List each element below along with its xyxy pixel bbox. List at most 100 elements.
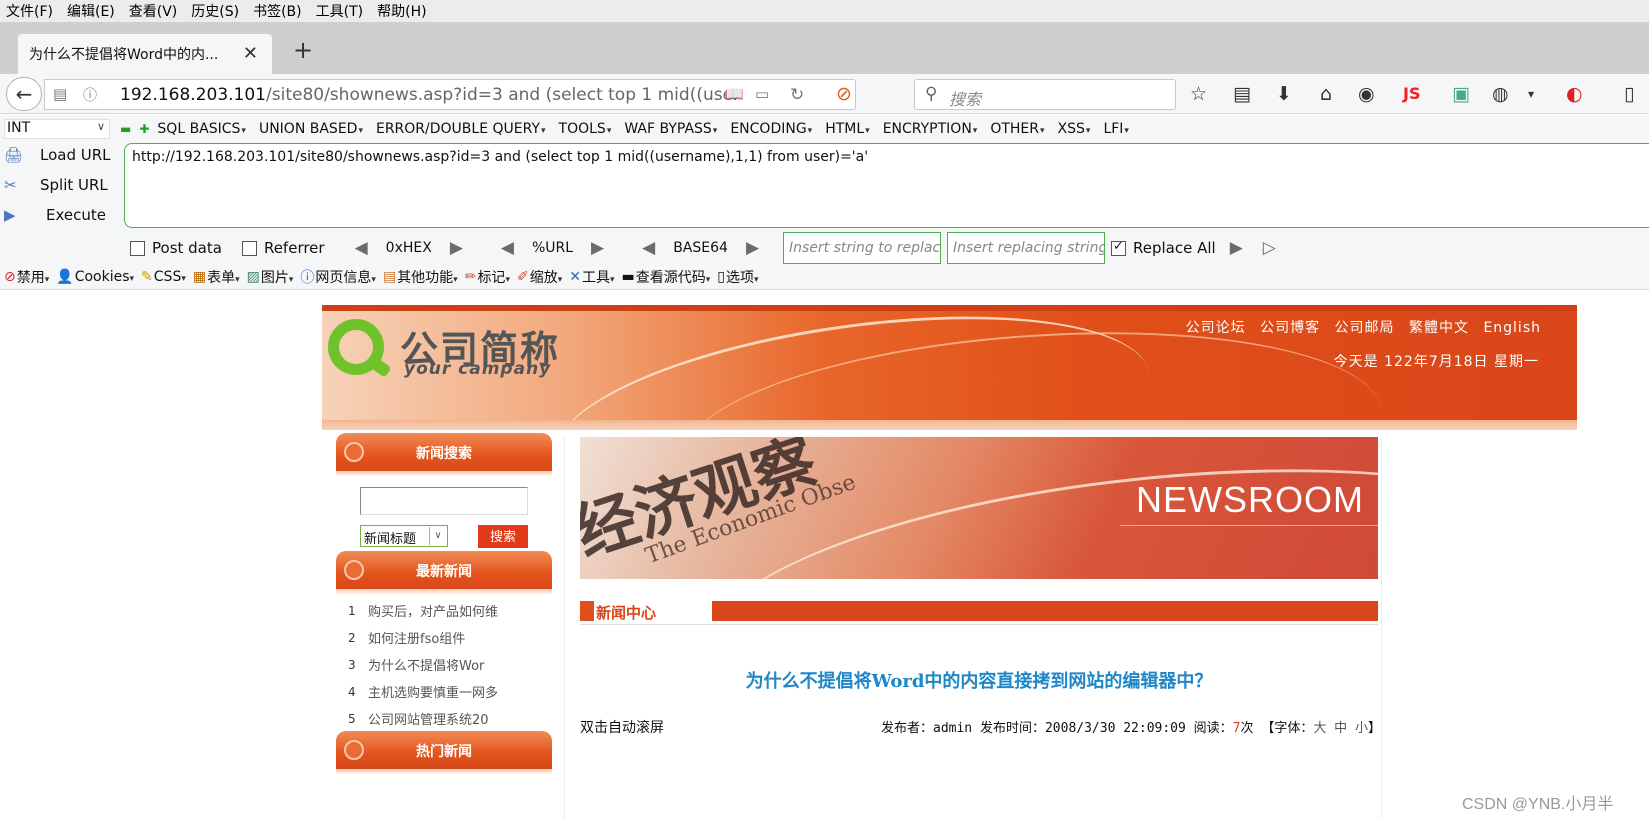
synced-icon[interactable]: ▭	[755, 85, 769, 103]
disable-icon: ⊘	[4, 268, 16, 285]
url-text[interactable]: 192.168.203.101/site80/shownews.asp?id=3…	[120, 85, 740, 107]
js-icon[interactable]: JS	[1403, 84, 1420, 103]
menu-tools[interactable]: TOOLS	[559, 121, 612, 137]
reload-icon[interactable]: ↻	[790, 85, 804, 105]
replace-execute-icon[interactable]: ▷	[1263, 238, 1276, 258]
nav-bar: ← ▤ ⓘ 192.168.203.101/site80/shownews.as…	[0, 74, 1649, 114]
chevron-down-icon: ∨	[429, 527, 446, 545]
menu-file[interactable]: 文件(F)	[6, 1, 53, 21]
url-bar[interactable]: ▤ ⓘ 192.168.203.101/site80/shownews.asp?…	[44, 79, 856, 110]
close-icon[interactable]: ✕	[243, 43, 258, 64]
webdev-tools[interactable]: 工具	[582, 267, 615, 287]
search-box[interactable]: ⚲ 搜索	[914, 79, 1176, 110]
webdev-information[interactable]: 网页信息	[315, 267, 376, 287]
image-icon: ▨	[246, 268, 260, 285]
webdev-disable[interactable]: 禁用	[17, 267, 50, 287]
search-button[interactable]: 搜索	[478, 525, 528, 548]
list-item[interactable]: 1 购买后，对产品如何维	[336, 597, 552, 624]
webdev-css[interactable]: CSS	[154, 269, 186, 285]
font-size-options[interactable]: 大 中 小	[1313, 721, 1368, 736]
hex-decode-icon[interactable]: ◀	[355, 238, 368, 258]
top-links: 公司论坛 公司博客 公司邮局 繁體中文 English	[1177, 317, 1541, 337]
list-item[interactable]: 4 主机选购要慎重一网多	[336, 678, 552, 705]
split-url-button[interactable]: ✂ Split URL	[4, 172, 108, 198]
reader-icon[interactable]: 📖	[725, 85, 744, 103]
webdev-images[interactable]: 图片	[261, 267, 294, 287]
menu-help[interactable]: 帮助(H)	[377, 1, 426, 21]
globe-icon[interactable]: ◉	[1358, 83, 1375, 105]
url-decode-icon[interactable]: ◀	[501, 238, 514, 258]
plus-icon[interactable]: ✚	[139, 122, 149, 136]
menu-tools[interactable]: 工具(T)	[316, 1, 363, 21]
menu-edit[interactable]: 编辑(E)	[67, 1, 115, 21]
overflow-icon[interactable]: ▾	[1528, 87, 1534, 101]
list-item[interactable]: 3 为什么不提倡将Wor	[336, 651, 552, 678]
home-icon[interactable]: ⌂	[1320, 83, 1332, 105]
article-title: 为什么不提倡将Word中的内容直接拷到网站的编辑器中？	[745, 671, 1213, 692]
menu-view[interactable]: 查看(V)	[129, 1, 178, 21]
noscript-icon[interactable]: ⊘	[836, 83, 852, 105]
webdev-resize[interactable]: 缩放	[530, 267, 563, 287]
webdev-view-source[interactable]: 查看源代码	[636, 267, 711, 287]
tab-current[interactable]: 为什么不提倡将Word中的内... ✕	[18, 34, 272, 74]
link-blog[interactable]: 公司博客	[1260, 320, 1320, 336]
replace-right-icon[interactable]: ▶	[1230, 238, 1243, 258]
menu-encryption[interactable]: ENCRYPTION	[883, 121, 978, 137]
article-meta: 发布者：admin 发布时间：2008/3/30 22:09:09 阅读：7次 …	[881, 717, 1381, 736]
webdev-outline[interactable]: 标记	[477, 267, 510, 287]
minus-icon[interactable]: ▬	[120, 122, 131, 136]
menu-other[interactable]: OTHER	[990, 121, 1044, 137]
replacing-string-input[interactable]: Insert replacing string	[947, 232, 1106, 264]
addon-icon[interactable]: ◐	[1566, 83, 1583, 105]
options-icon: ▯	[717, 268, 725, 285]
info-icon[interactable]: ⓘ	[83, 85, 97, 105]
type-select[interactable]: INT ∨	[4, 119, 110, 139]
logo-subtitle: your campany	[404, 359, 552, 379]
link-traditional-chinese[interactable]: 繁體中文	[1409, 320, 1469, 336]
url-textarea[interactable]: http://192.168.203.101/site80/shownews.a…	[124, 143, 1649, 228]
menu-history[interactable]: 历史(S)	[191, 1, 239, 21]
menu-html[interactable]: HTML	[825, 121, 870, 137]
load-url-button[interactable]: 🖨 Load URL	[4, 142, 111, 168]
menu-waf-bypass[interactable]: WAF BYPASS	[624, 121, 717, 137]
link-forum[interactable]: 公司论坛	[1186, 320, 1246, 336]
link-mail[interactable]: 公司邮局	[1335, 320, 1395, 336]
menu-xss[interactable]: XSS	[1058, 121, 1091, 137]
menu-lfi[interactable]: LFI	[1103, 121, 1129, 137]
url-encode-icon[interactable]: ▶	[591, 238, 604, 258]
new-tab-button[interactable]: +	[293, 38, 313, 62]
back-icon[interactable]: ←	[6, 77, 42, 111]
webdev-forms[interactable]: 表单	[207, 267, 240, 287]
hex-encode-icon[interactable]: ▶	[450, 238, 463, 258]
list-item[interactable]: 5 公司网站管理系统20	[336, 705, 552, 732]
post-data-checkbox[interactable]	[130, 240, 145, 256]
cookie-icon: 👤	[56, 268, 74, 285]
menu-encoding[interactable]: ENCODING	[730, 121, 812, 137]
webdev-misc[interactable]: 其他功能	[397, 267, 458, 287]
replace-all-checkbox[interactable]	[1111, 239, 1127, 256]
base64-decode-icon[interactable]: ◀	[642, 238, 655, 258]
webdev-options[interactable]: 选项	[726, 267, 759, 287]
palette-icon[interactable]: ◍	[1492, 83, 1509, 105]
menu-union-based[interactable]: UNION BASED	[259, 121, 363, 137]
star-icon[interactable]: ☆	[1190, 83, 1207, 105]
link-english[interactable]: English	[1483, 320, 1541, 336]
news-search-select[interactable]: 新闻标题 ∨	[360, 525, 448, 547]
replace-all-label: Replace All	[1133, 239, 1216, 257]
download-icon[interactable]: ⬇	[1276, 83, 1292, 105]
sidebar-icon[interactable]: ▯	[1624, 83, 1634, 105]
base64-encode-icon[interactable]: ▶	[746, 238, 759, 258]
divider	[1381, 437, 1382, 819]
webdev-cookies[interactable]: Cookies	[75, 269, 134, 285]
menu-sql-basics[interactable]: SQL BASICS	[157, 121, 246, 137]
news-search-input[interactable]	[360, 487, 528, 515]
menu-error-double-query[interactable]: ERROR/DOUBLE QUERY	[376, 121, 546, 137]
auto-scroll-text[interactable]: 双击自动滚屏	[580, 717, 664, 737]
menu-bookmarks[interactable]: 书签(B)	[253, 1, 302, 21]
replace-string-input[interactable]: Insert string to replace	[783, 232, 942, 264]
execute-button[interactable]: ▶ Execute	[4, 202, 106, 228]
library-icon[interactable]: ▤	[1233, 83, 1251, 105]
list-item[interactable]: 2 如何注册fso组件	[336, 624, 552, 651]
rdp-icon[interactable]: ▣	[1452, 83, 1470, 105]
referrer-checkbox[interactable]	[241, 240, 257, 256]
